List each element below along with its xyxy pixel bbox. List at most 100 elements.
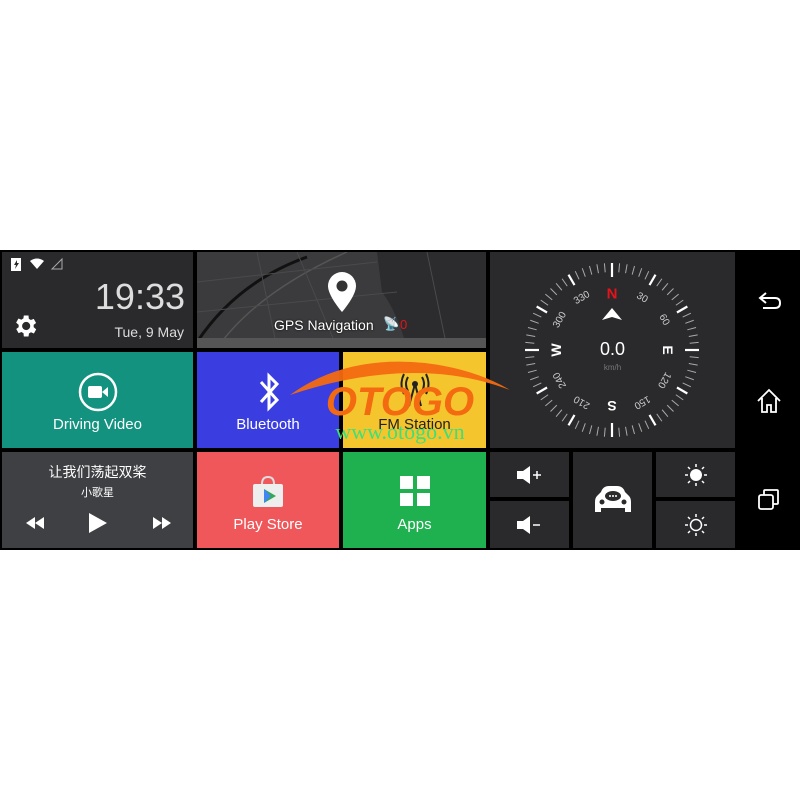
- compass-tick: [555, 409, 563, 417]
- satellite-icon: 📡: [383, 316, 400, 331]
- gps-navigation-tile[interactable]: GPS Navigation 📡 0: [197, 252, 486, 348]
- compass-tick: [661, 409, 669, 417]
- compass-tick: [644, 420, 650, 430]
- clock-tile: 19:33 Tue, 9 May: [2, 252, 193, 348]
- back-icon[interactable]: [755, 288, 783, 316]
- compass-tick: [618, 427, 621, 437]
- compass-tick: [561, 413, 568, 422]
- driving-video-tile[interactable]: Driving Video: [2, 352, 193, 448]
- compass-tick: [567, 414, 576, 426]
- compass-tick: [574, 420, 580, 430]
- bluetooth-label: Bluetooth: [236, 416, 300, 433]
- compass-tick: [638, 268, 643, 277]
- location-pin-icon: [328, 272, 356, 312]
- car-chat-icon: [595, 486, 631, 512]
- fm-station-tile[interactable]: FM Station: [343, 352, 486, 448]
- compass-tick: [603, 427, 606, 437]
- compass-tick: [666, 404, 674, 412]
- compass-tick: [671, 293, 679, 301]
- next-track-icon[interactable]: [153, 517, 171, 529]
- compass-tick: [676, 305, 688, 314]
- play-store-label: Play Store: [233, 516, 303, 533]
- volume-up-button[interactable]: [490, 452, 569, 497]
- radio-antenna-icon: [400, 373, 430, 407]
- compass-tick: [675, 394, 684, 401]
- play-store-tile[interactable]: Play Store: [197, 452, 339, 548]
- compass-tick: [550, 404, 558, 412]
- compass-tick: [631, 265, 636, 275]
- compass-tick: [545, 293, 553, 301]
- compass-degree-label: 30: [634, 290, 650, 305]
- status-icons: [11, 257, 63, 271]
- battery-charging-icon: [11, 258, 21, 271]
- volume-down-icon: [517, 516, 540, 534]
- compass-tick: [532, 312, 542, 318]
- home-icon[interactable]: [755, 387, 783, 415]
- gps-navigation-label: GPS Navigation: [274, 317, 374, 333]
- compass-degree-label: 120: [655, 370, 673, 390]
- video-camera-icon: [78, 372, 118, 412]
- volume-down-button[interactable]: [490, 501, 569, 548]
- compass-tick: [581, 268, 586, 277]
- play-store-bag-icon: [253, 476, 283, 507]
- brightness-up-button[interactable]: [656, 452, 735, 497]
- driving-video-label: Driving Video: [53, 416, 142, 433]
- compass-tick: [581, 423, 586, 432]
- compass-tick: [685, 376, 694, 381]
- compass-degree-label: 240: [551, 370, 569, 390]
- compass-tick: [561, 278, 568, 287]
- compass-tick: [540, 394, 549, 401]
- speed-unit: km/h: [603, 363, 622, 372]
- compass-tick: [671, 399, 679, 407]
- compass-tick: [603, 263, 606, 273]
- bluetooth-icon: [259, 372, 280, 412]
- compass-degree-label: 330: [572, 289, 592, 307]
- recent-apps-icon[interactable]: [755, 486, 783, 514]
- song-artist: 小歌星: [81, 487, 114, 499]
- compass-tick: [545, 399, 553, 407]
- compass-tick: [536, 305, 548, 314]
- compass-tick: [682, 382, 692, 388]
- compass-tick: [530, 319, 539, 324]
- play-icon[interactable]: [89, 513, 107, 533]
- settings-gear-icon[interactable]: [11, 312, 39, 340]
- compass-tick: [588, 425, 593, 435]
- song-title: 让我们荡起双桨: [48, 464, 147, 480]
- compass-tick: [527, 326, 537, 331]
- compass-tick: [648, 414, 657, 426]
- clock-date: Tue, 9 May: [114, 324, 184, 340]
- bluetooth-tile[interactable]: Bluetooth: [197, 352, 339, 448]
- compass-speedometer-tile: N E S W 30 60 120 150 210 240 300 330 0.0 km/h: [490, 252, 735, 448]
- compass-tick: [574, 270, 580, 280]
- apps-grid-icon: [400, 476, 430, 506]
- previous-track-icon[interactable]: [26, 517, 44, 529]
- compass-degree-label: 60: [656, 312, 671, 328]
- brightness-down-button[interactable]: [656, 501, 735, 548]
- compass-tick: [685, 319, 694, 324]
- compass-tick: [532, 382, 542, 388]
- compass-tick: [648, 274, 657, 286]
- apps-tile[interactable]: Apps: [343, 452, 486, 548]
- compass-tick: [530, 376, 539, 381]
- music-player-tile[interactable]: 让我们荡起双桨 小歌星: [2, 452, 193, 548]
- compass-degree-label: 150: [632, 393, 652, 411]
- car-assistant-button[interactable]: [573, 452, 652, 548]
- compass-tick: [526, 334, 536, 337]
- android-screen: 19:33 Tue, 9 May GPS Navigation 📡 0 NESW…: [0, 250, 800, 550]
- compass-tick: [676, 386, 688, 395]
- compass-tick: [596, 264, 599, 274]
- speed-value: 0.0: [599, 339, 626, 359]
- compass-tick: [656, 278, 663, 287]
- compass-tick: [638, 423, 643, 432]
- brightness-up-icon: [685, 464, 707, 486]
- navigation-bar: [737, 250, 800, 550]
- compass-tick: [536, 386, 548, 395]
- compass-tick: [661, 283, 669, 291]
- compass-tick: [656, 413, 663, 422]
- apps-label: Apps: [397, 516, 432, 533]
- compass-tick: [666, 288, 674, 296]
- compass-tick: [688, 334, 698, 337]
- compass-tick: [540, 299, 549, 306]
- satellite-count: 0: [400, 317, 408, 332]
- compass-tick: [682, 312, 692, 318]
